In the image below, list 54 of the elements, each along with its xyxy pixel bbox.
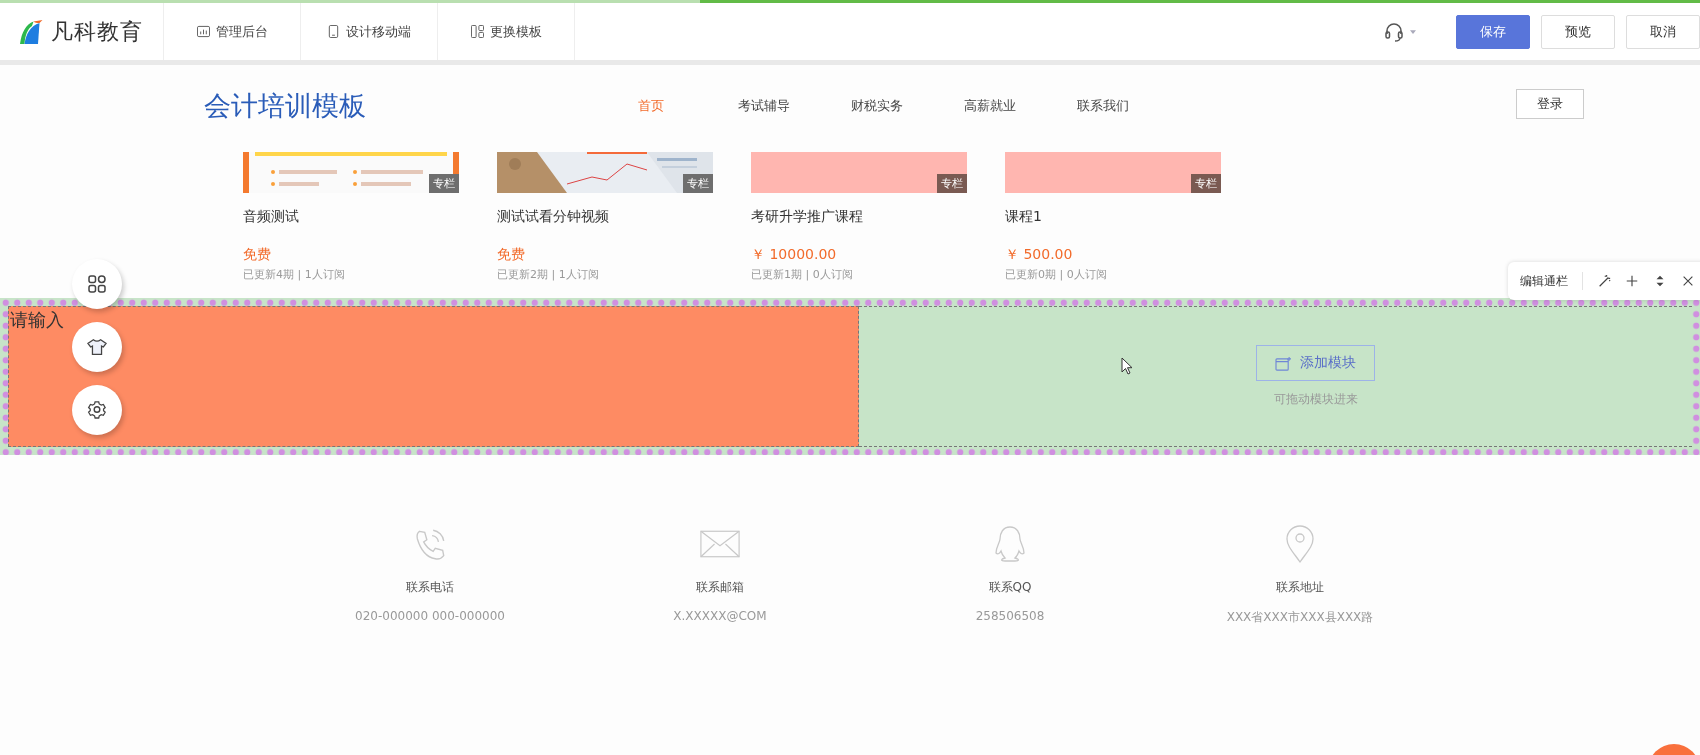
support-button[interactable] <box>1384 21 1416 42</box>
grid-icon <box>87 274 107 294</box>
contact-label: 联系地址 <box>1276 579 1324 596</box>
plus-icon[interactable] <box>1625 274 1639 288</box>
window-add-icon <box>1275 355 1292 371</box>
headset-icon <box>1384 21 1404 42</box>
contact-value: X.XXXXX@COM <box>673 609 767 623</box>
cursor-icon <box>1121 357 1133 375</box>
drop-hint: 可拖动模块进来 <box>1273 391 1358 408</box>
nav-link[interactable]: 联系我们 <box>1046 87 1159 125</box>
edit-banner-button[interactable]: 编辑通栏 <box>1520 272 1568 290</box>
site-title: 会计培训模板 <box>204 89 367 123</box>
course-title: 音频测试 <box>243 208 300 226</box>
course-meta: 已更新4期 | 1人订阅 <box>243 267 346 282</box>
course-meta: 已更新1期 | 0人订阅 <box>751 267 854 282</box>
course-title: 课程1 <box>1005 208 1043 226</box>
column-tag: 专栏 <box>429 174 459 193</box>
close-icon[interactable] <box>1681 274 1695 288</box>
course-meta: 已更新0期 | 0人订阅 <box>1005 267 1108 282</box>
wand-icon[interactable] <box>1597 274 1611 288</box>
logo-text: 凡科教育 <box>51 17 143 46</box>
course-price: 免费 <box>497 246 526 264</box>
nav-link[interactable]: 考试辅导 <box>707 87 820 125</box>
course-title: 考研升学推广课程 <box>751 208 864 226</box>
column-tag: 专栏 <box>1191 174 1221 193</box>
contact-value: XXX省XXX市XXX县XXX路 <box>1226 609 1374 626</box>
modules-button[interactable] <box>72 259 122 309</box>
chart-icon <box>196 25 210 38</box>
column-tag: 专栏 <box>683 174 713 193</box>
course-price: ￥ 10000.00 <box>751 246 838 264</box>
contact-value: 020-000000 000-000000 <box>355 609 505 623</box>
contact-value: 258506508 <box>975 609 1045 623</box>
column-tag: 专栏 <box>937 174 967 193</box>
text-placeholder: 请输入 <box>10 308 64 332</box>
toolbar-button[interactable]: 保存 <box>1456 14 1530 49</box>
text-block[interactable]: 请输入 <box>8 306 859 447</box>
nav-link[interactable]: 高薪就业 <box>933 87 1046 125</box>
add-module-button[interactable]: 添加模块 <box>1256 345 1375 381</box>
toolbar-button[interactable]: 预览 <box>1541 14 1615 49</box>
toolbar-button[interactable]: 取消 <box>1626 14 1700 49</box>
layout-icon <box>470 25 484 38</box>
course-meta: 已更新2期 | 1人订阅 <box>497 267 600 282</box>
course-price: 免费 <box>243 246 272 264</box>
contact-label: 联系邮箱 <box>696 579 744 596</box>
nav-link[interactable]: 财税实务 <box>820 87 933 125</box>
course-title: 测试试看分钟视频 <box>497 208 610 226</box>
course-price: ￥ 500.00 <box>1005 246 1074 264</box>
shirt-icon <box>87 337 107 357</box>
settings-icon <box>87 400 107 420</box>
caret-icon <box>1410 29 1416 34</box>
contact-label: 联系QQ <box>988 579 1032 596</box>
login-button[interactable]: 登录 <box>1516 89 1584 119</box>
mobile-icon <box>327 25 340 38</box>
contact-label: 联系电话 <box>406 579 454 596</box>
